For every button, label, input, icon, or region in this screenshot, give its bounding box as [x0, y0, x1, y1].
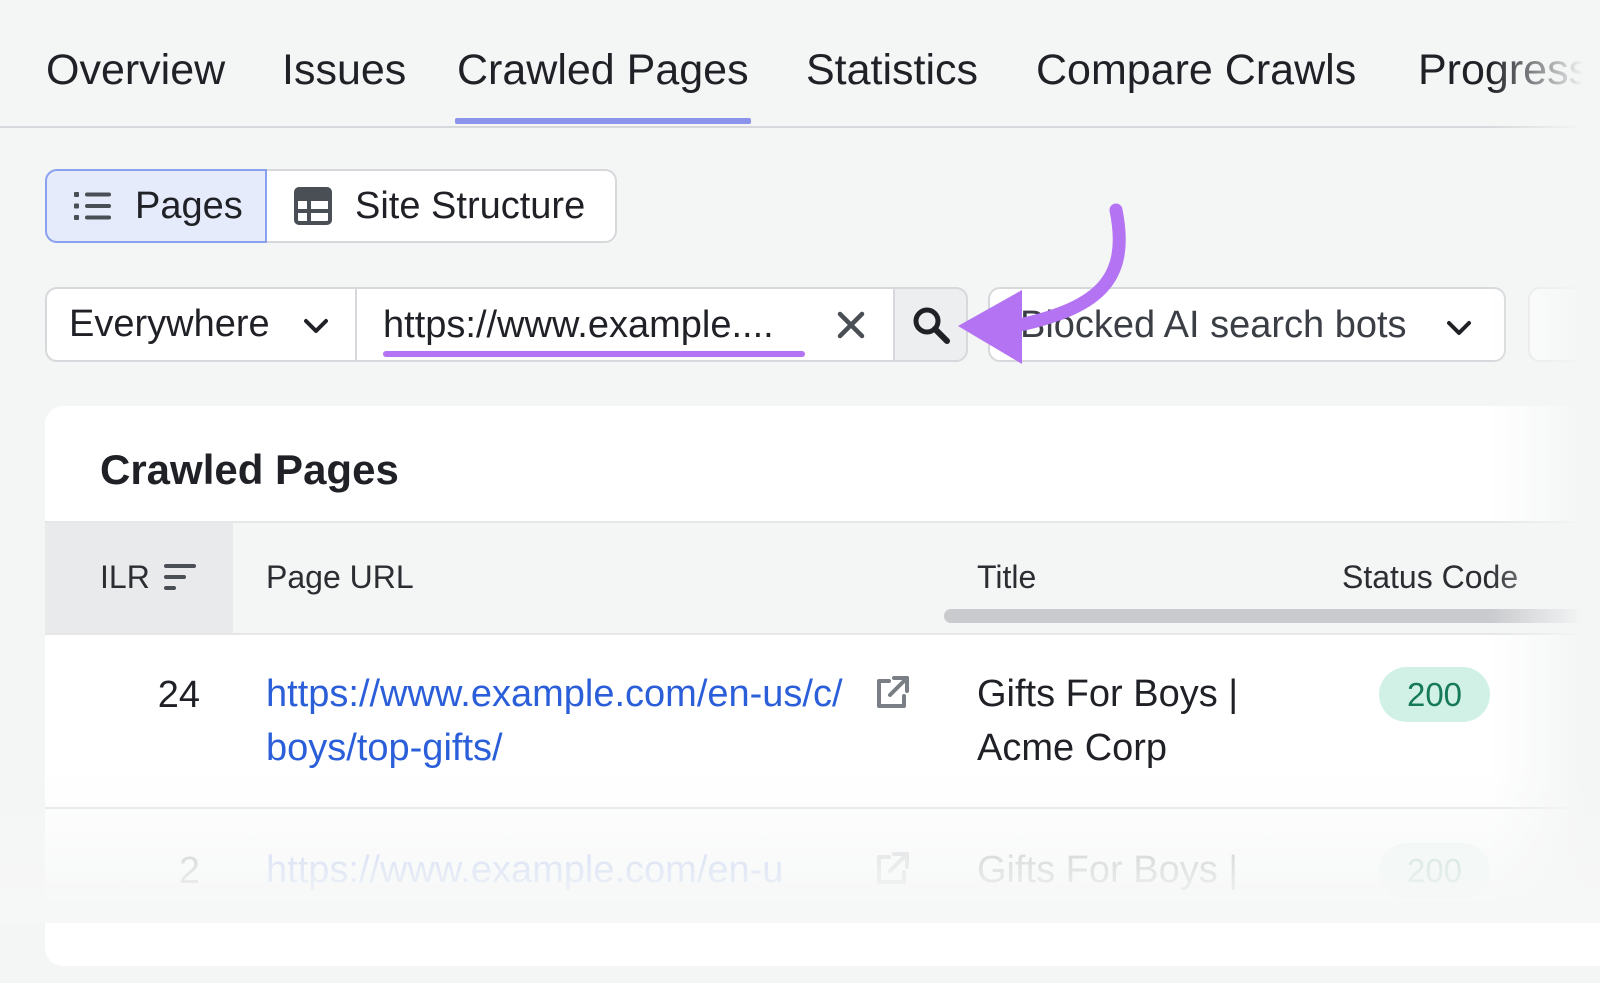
site-structure-toggle-button[interactable]: Site Structure — [269, 171, 619, 241]
url-search-input[interactable]: https://www.example.... — [383, 301, 774, 349]
tab-crawled-pages[interactable]: Crawled Pages — [455, 44, 751, 124]
page-title-value: Gifts For Boys | Acme Corp — [977, 673, 1239, 769]
status-badge: 200 — [1379, 667, 1490, 722]
pages-toggle-button[interactable]: Pages — [45, 169, 267, 243]
url-filter-group: Everywhere https://www.example.... — [45, 287, 968, 362]
ilr-header-label: ILR — [100, 559, 150, 595]
table-header: ILR Page URL Title Status Code — [45, 521, 1600, 635]
page-title-value: Gifts For Boys | — [977, 849, 1239, 891]
external-link-icon[interactable] — [872, 849, 912, 889]
external-link-icon[interactable] — [872, 673, 912, 713]
ilr-column-header[interactable]: ILR — [45, 523, 233, 633]
crawled-pages-card: Crawled Pages ILR Page URL Title Status … — [45, 406, 1600, 966]
close-icon[interactable] — [833, 307, 869, 343]
tab-progress[interactable]: Progress — [1418, 44, 1590, 96]
tab-issues[interactable]: Issues — [282, 44, 406, 96]
pages-toggle-label: Pages — [135, 184, 243, 227]
scope-dropdown-value: Everywhere — [69, 303, 270, 345]
horizontal-scrollbar[interactable] — [944, 609, 1600, 623]
sort-icon[interactable] — [163, 561, 197, 595]
ilr-value: 24 — [157, 674, 200, 716]
status-badge: 200 — [1379, 843, 1490, 898]
url-highlight-underline — [383, 351, 805, 357]
card-title: Crawled Pages — [100, 446, 399, 493]
status-code-column-header[interactable]: Status Code — [1342, 555, 1518, 599]
list-icon — [74, 192, 111, 220]
page-url-link[interactable]: https://www.example.com/en-u — [266, 843, 846, 897]
ilr-value: 2 — [178, 850, 200, 892]
search-icon — [913, 307, 950, 344]
tab-bar: Overview Issues Crawled Pages Statistics… — [0, 0, 1600, 128]
tab-compare-crawls[interactable]: Compare Crawls — [1036, 44, 1356, 96]
ai-bots-filter-value: Blocked AI search bots — [1020, 304, 1407, 346]
table-row: 24 https://www.example.com/en-us/c/boys/… — [45, 633, 1600, 809]
site-structure-toggle-label: Site Structure — [355, 184, 586, 227]
title-column-header[interactable]: Title — [977, 555, 1036, 599]
page-url-column-header[interactable]: Page URL — [266, 555, 414, 599]
scope-dropdown[interactable]: Everywhere — [47, 289, 357, 360]
page-url-link[interactable]: https://www.example.com/en-us/c/boys/top… — [266, 667, 846, 775]
table-row: 2 https://www.example.com/en-u Gifts For… — [45, 809, 1600, 983]
view-toggle: Pages Site Structure — [45, 169, 617, 243]
more-filters-control[interactable] — [1528, 287, 1600, 362]
tab-statistics[interactable]: Statistics — [806, 44, 978, 96]
search-button[interactable] — [893, 287, 968, 362]
chevron-down-icon — [304, 319, 328, 333]
tab-overview[interactable]: Overview — [46, 44, 225, 96]
chevron-down-icon — [1447, 321, 1471, 335]
table-grid-icon — [294, 187, 332, 225]
ai-bots-filter-dropdown[interactable]: Blocked AI search bots — [988, 287, 1506, 362]
